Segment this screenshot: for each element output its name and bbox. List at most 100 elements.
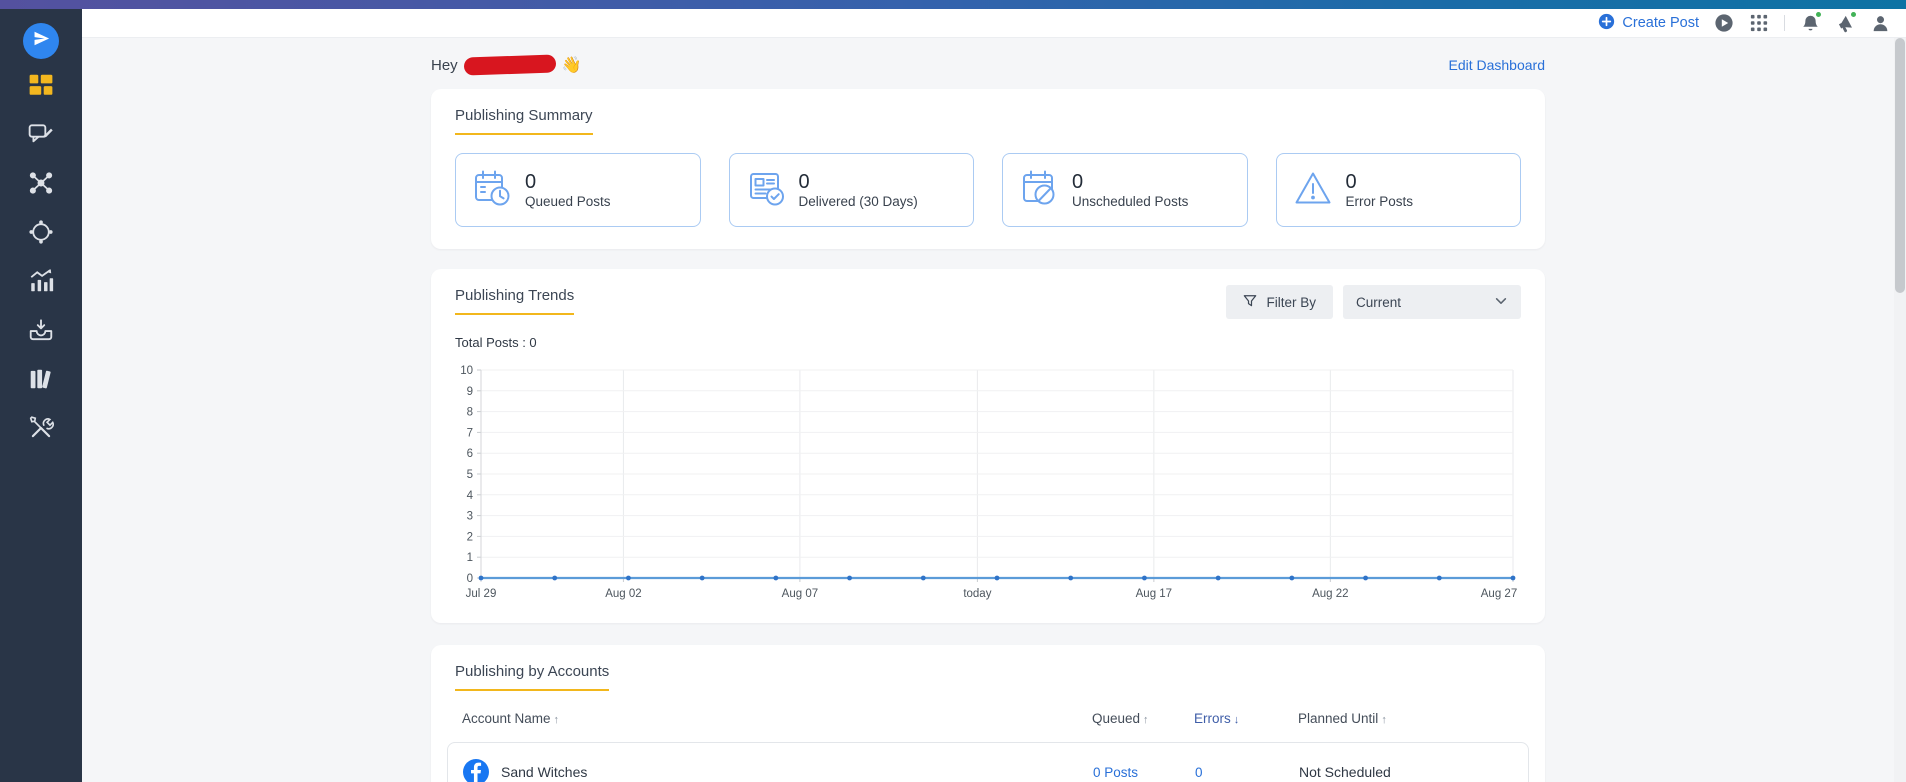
sort-up-icon: ↑ xyxy=(1381,714,1387,726)
svg-text:4: 4 xyxy=(467,490,474,502)
queued-posts-card[interactable]: 0 Queued Posts xyxy=(455,153,701,227)
publishing-by-accounts-panel: Publishing by Accounts Account Name↑ Que… xyxy=(431,645,1545,782)
svg-text:8: 8 xyxy=(467,407,473,419)
queued-posts-value: 0 xyxy=(525,171,611,194)
publishing-trends-title: Publishing Trends xyxy=(455,287,574,315)
sidebar-item-inbox[interactable] xyxy=(20,311,62,353)
greeting-text: Hey 👋 xyxy=(431,55,582,75)
top-gradient-strip xyxy=(0,0,1906,9)
svg-text:today: today xyxy=(963,588,991,600)
planned-until-value: Not Scheduled xyxy=(1299,764,1529,780)
column-planned-until[interactable]: Planned Until↑ xyxy=(1298,711,1529,726)
total-posts-label: Total Posts : 0 xyxy=(455,335,1521,350)
top-header-bar: Create Post xyxy=(82,9,1906,38)
svg-text:7: 7 xyxy=(467,427,473,439)
svg-text:3: 3 xyxy=(467,511,473,523)
calendar-blocked-icon xyxy=(1019,168,1059,213)
account-row[interactable]: Sand Witches 0 Posts 0 Not Scheduled xyxy=(448,743,1528,782)
sidebar-item-compose[interactable] xyxy=(20,115,62,157)
svg-text:1: 1 xyxy=(467,552,473,564)
sort-up-icon: ↑ xyxy=(1143,714,1149,726)
inbox-tray-icon xyxy=(28,317,54,348)
publishing-trends-chart: Jul 29 Aug 02 Aug 07 today Aug 17 Aug 22 Aug 2… xyxy=(455,358,1521,615)
queued-posts-label: Queued Posts xyxy=(525,194,611,209)
unscheduled-posts-value: 0 xyxy=(1072,171,1188,194)
queued-posts-link[interactable]: 0 Posts xyxy=(1093,765,1195,780)
errors-count-link[interactable]: 0 xyxy=(1195,765,1299,780)
header-divider xyxy=(1784,15,1785,31)
sidebar-item-settings-tools[interactable] xyxy=(20,409,62,451)
svg-text:Aug 22: Aug 22 xyxy=(1312,588,1348,600)
notifications-bell-icon[interactable] xyxy=(1800,13,1820,33)
filter-by-button[interactable]: Filter By xyxy=(1226,285,1333,319)
publishing-summary-title: Publishing Summary xyxy=(455,107,593,135)
svg-text:10: 10 xyxy=(460,365,473,377)
analytics-chart-icon xyxy=(28,268,54,299)
sort-up-icon: ↑ xyxy=(554,714,560,726)
column-account-name[interactable]: Account Name↑ xyxy=(462,711,1092,726)
delivered-posts-value: 0 xyxy=(799,171,918,194)
publishing-by-accounts-title: Publishing by Accounts xyxy=(455,663,609,691)
apps-grid-icon[interactable] xyxy=(1749,13,1769,33)
unscheduled-posts-card[interactable]: 0 Unscheduled Posts xyxy=(1002,153,1248,227)
sidebar-item-social-share[interactable] xyxy=(20,164,62,206)
account-name: Sand Witches xyxy=(501,764,587,780)
svg-text:6: 6 xyxy=(467,448,473,460)
sidebar-item-dashboard[interactable] xyxy=(20,66,62,108)
sort-down-icon: ↓ xyxy=(1234,714,1240,726)
user-profile-icon[interactable] xyxy=(1870,13,1890,33)
publishing-summary-panel: Publishing Summary 0 Queued Posts xyxy=(431,89,1545,249)
library-books-icon xyxy=(28,366,54,397)
column-queued[interactable]: Queued↑ xyxy=(1092,711,1194,726)
svg-text:Jul 29: Jul 29 xyxy=(466,588,497,600)
dashboard-grid-icon xyxy=(28,72,54,103)
redacted-username xyxy=(463,54,556,75)
delivered-posts-label: Delivered (30 Days) xyxy=(799,194,918,209)
plus-circle-icon xyxy=(1598,13,1615,34)
chevron-down-icon xyxy=(1494,294,1508,311)
trend-range-value: Current xyxy=(1356,295,1401,310)
sidebar-item-discover[interactable] xyxy=(20,213,62,255)
network-share-icon xyxy=(28,170,54,201)
accounts-table-header: Account Name↑ Queued↑ Errors↓ Planned Un… xyxy=(447,711,1529,726)
main-content: Hey 👋 Edit Dashboard Publishing Summary xyxy=(82,38,1894,782)
play-video-icon[interactable] xyxy=(1714,13,1734,33)
send-plane-icon xyxy=(32,29,51,53)
svg-text:9: 9 xyxy=(467,386,473,398)
greeting-row: Hey 👋 Edit Dashboard xyxy=(431,55,1545,75)
edit-dashboard-link[interactable]: Edit Dashboard xyxy=(1448,57,1545,73)
svg-text:2: 2 xyxy=(467,531,473,543)
unscheduled-posts-label: Unscheduled Posts xyxy=(1072,194,1188,209)
error-posts-label: Error Posts xyxy=(1346,194,1414,209)
scrollbar-thumb[interactable] xyxy=(1895,38,1905,293)
announcements-status-dot xyxy=(1850,11,1857,18)
sidebar-item-media-library[interactable] xyxy=(20,360,62,402)
document-check-icon xyxy=(746,168,786,213)
svg-text:Aug 17: Aug 17 xyxy=(1136,588,1172,600)
comment-edit-icon xyxy=(28,121,54,152)
column-errors[interactable]: Errors↓ xyxy=(1194,711,1298,726)
svg-text:Aug 07: Aug 07 xyxy=(782,588,818,600)
facebook-icon xyxy=(463,759,489,782)
waving-hand-emoji: 👋 xyxy=(562,55,582,75)
svg-text:Aug 02: Aug 02 xyxy=(605,588,641,600)
app-logo[interactable] xyxy=(23,23,59,59)
svg-text:0: 0 xyxy=(467,573,473,585)
trend-range-select[interactable]: Current xyxy=(1343,285,1521,319)
page-scrollbar xyxy=(1894,38,1906,782)
delivered-posts-card[interactable]: 0 Delivered (30 Days) xyxy=(729,153,975,227)
sidebar xyxy=(0,9,82,782)
create-post-label: Create Post xyxy=(1622,15,1699,31)
svg-text:Aug 27: Aug 27 xyxy=(1481,588,1517,600)
error-posts-value: 0 xyxy=(1346,171,1414,194)
funnel-icon xyxy=(1243,294,1257,311)
svg-text:5: 5 xyxy=(467,469,473,481)
error-posts-card[interactable]: 0 Error Posts xyxy=(1276,153,1522,227)
tools-wrench-icon xyxy=(28,415,54,446)
accounts-table-body: Sand Witches 0 Posts 0 Not Scheduled xyxy=(447,742,1529,782)
publishing-trends-panel: Publishing Trends Filter By Current xyxy=(431,269,1545,623)
create-post-button[interactable]: Create Post xyxy=(1598,13,1699,34)
bell-status-dot xyxy=(1815,11,1822,18)
announcements-megaphone-icon[interactable] xyxy=(1835,13,1855,33)
sidebar-item-analytics[interactable] xyxy=(20,262,62,304)
